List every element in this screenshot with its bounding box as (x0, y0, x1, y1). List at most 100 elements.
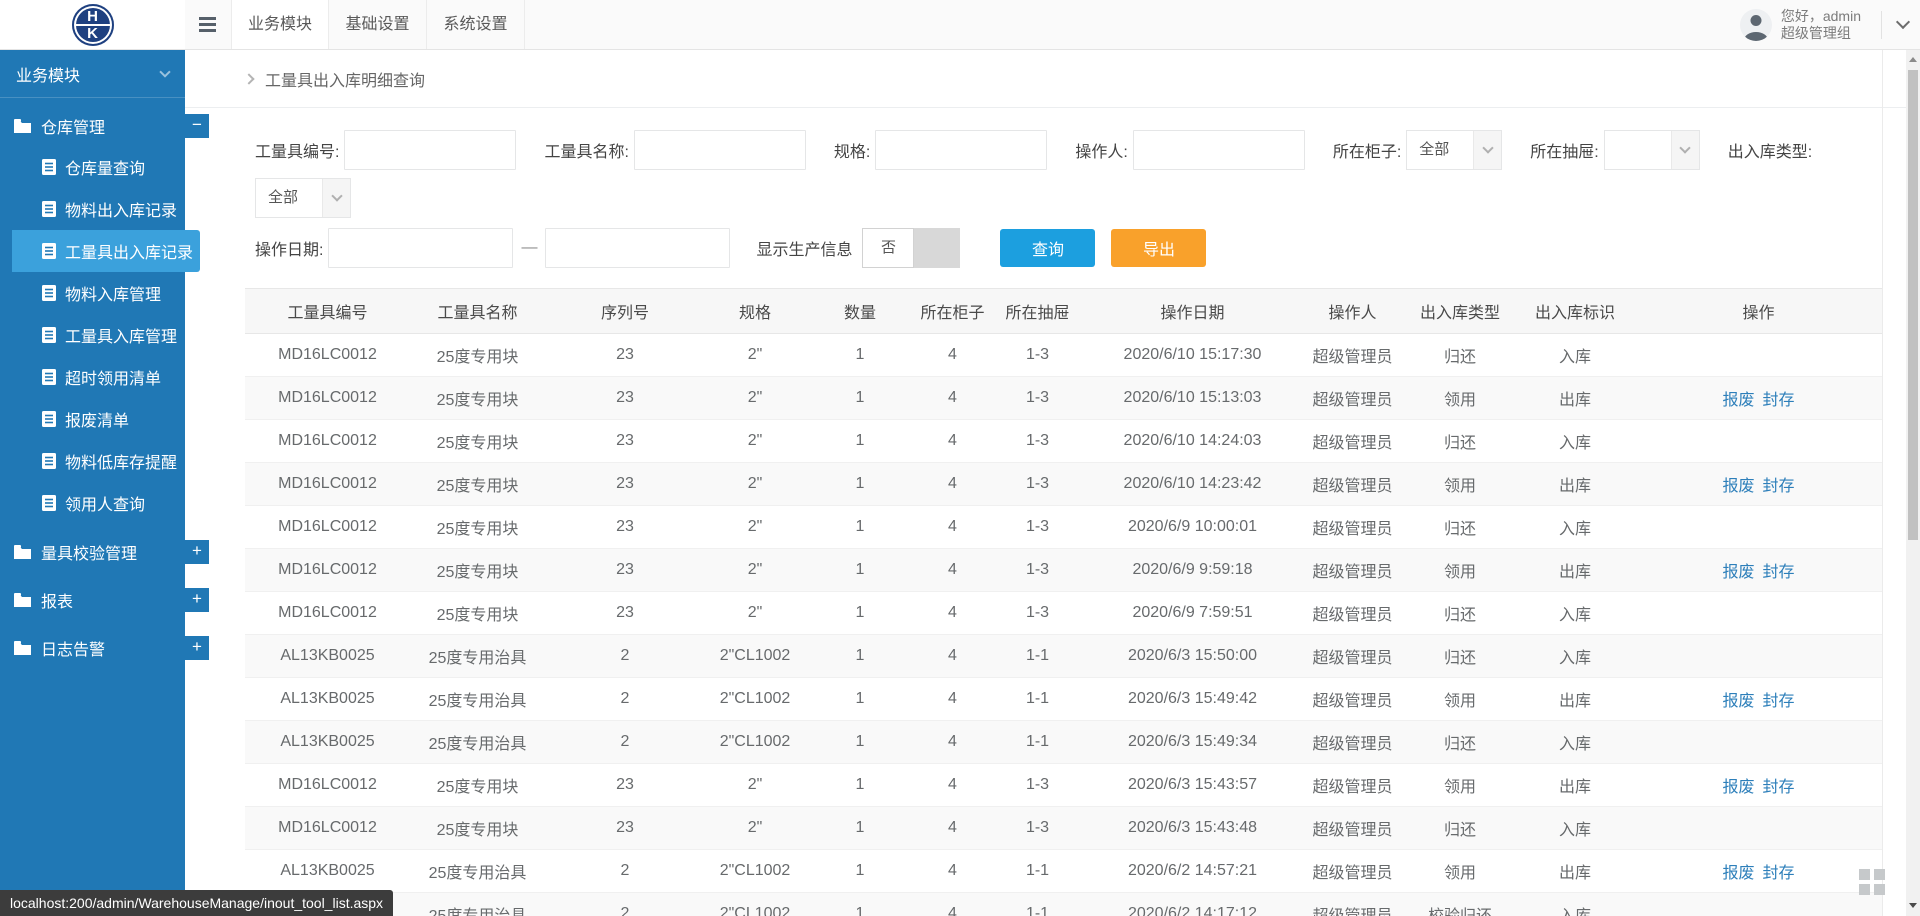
document-icon (42, 495, 56, 511)
action-link[interactable]: 报废 (1722, 392, 1754, 409)
query-button[interactable]: 查询 (1000, 229, 1095, 267)
sidebar-item-1[interactable]: 仓库量查询 (12, 146, 185, 188)
sidebar-section-11[interactable]: 报表 + (0, 580, 185, 620)
cell-type: 领用 (1405, 377, 1515, 420)
sidebar-header-label: 业务模块 (16, 62, 80, 86)
date-range-dash: — (521, 239, 537, 257)
cell-tool-no: MD16LC0012 (245, 420, 410, 463)
action-link[interactable]: 报废 (1722, 779, 1754, 796)
sidebar-item-3[interactable]: 工量具出入库记录 (12, 230, 200, 272)
sidebar-item-4[interactable]: 物料入库管理 (12, 272, 185, 314)
menu-toggle-icon[interactable] (185, 0, 231, 49)
top-tab-2[interactable]: 基础设置 (329, 0, 427, 49)
cell-tool-name: 25度专用块 (410, 506, 545, 549)
vertical-scrollbar[interactable] (1906, 50, 1920, 916)
cell-tool-no: MD16LC0012 (245, 807, 410, 850)
operator-input[interactable] (1133, 130, 1305, 170)
user-menu-chevron-icon[interactable] (1896, 15, 1910, 29)
action-link[interactable]: 封存 (1763, 779, 1795, 796)
col-header-spec: 规格 (705, 289, 805, 334)
spec-input[interactable] (875, 130, 1047, 170)
scroll-up-arrow-icon[interactable] (1909, 57, 1917, 62)
sidebar-item-2[interactable]: 物料出入库记录 (12, 188, 185, 230)
sidebar-item-7[interactable]: 报废清单 (12, 398, 185, 440)
action-link[interactable]: 封存 (1763, 693, 1795, 710)
cell-cabinet: 4 (915, 549, 990, 592)
cell-actions (1635, 807, 1882, 850)
date-label: 操作日期: (255, 236, 323, 260)
cell-tool-no: MD16LC0012 (245, 592, 410, 635)
sidebar-item-6[interactable]: 超时领用清单 (12, 356, 185, 398)
col-header-tool-name: 工量具名称 (410, 289, 545, 334)
action-link[interactable]: 封存 (1763, 392, 1795, 409)
export-button[interactable]: 导出 (1111, 229, 1206, 267)
section-toggle-icon[interactable]: + (185, 636, 209, 660)
tool-name-input[interactable] (634, 130, 806, 170)
top-tab-3[interactable]: 系统设置 (427, 0, 525, 49)
tool-no-input[interactable] (344, 130, 516, 170)
cell-actions: 报废封存 (1635, 850, 1882, 893)
date-to-input[interactable] (545, 228, 730, 268)
cell-operator: 超级管理员 (1300, 678, 1405, 721)
sidebar-section-0[interactable]: 仓库管理 − (0, 106, 185, 146)
avatar[interactable] (1740, 9, 1772, 41)
cell-drawer: 1-1 (990, 893, 1085, 916)
action-link[interactable]: 报废 (1722, 865, 1754, 882)
action-link[interactable]: 报废 (1722, 693, 1754, 710)
drawer-select[interactable] (1604, 130, 1700, 170)
table-row: MD16LC001225度专用块232"141-32020/6/3 15:43:… (245, 807, 1882, 850)
section-toggle-icon[interactable]: + (185, 588, 209, 612)
cell-qty: 1 (805, 377, 915, 420)
cell-drawer: 1-3 (990, 506, 1085, 549)
date-from-input[interactable] (328, 228, 513, 268)
section-toggle-icon[interactable]: + (185, 540, 209, 564)
sidebar-item-8[interactable]: 物料低库存提醒 (12, 440, 185, 482)
drawer-label: 所在抽屉: (1530, 138, 1598, 162)
sidebar-item-9[interactable]: 领用人查询 (12, 482, 185, 524)
cell-drawer: 1-3 (990, 377, 1085, 420)
cell-serial: 23 (545, 592, 705, 635)
cell-qty: 1 (805, 678, 915, 721)
tool-no-label: 工量具编号: (255, 138, 339, 162)
cell-qty: 1 (805, 893, 915, 916)
topbar: H K 业务模块基础设置系统设置 您好，admin 超级管理组 (0, 0, 1920, 50)
document-icon (42, 453, 56, 469)
action-link[interactable]: 报废 (1722, 564, 1754, 581)
sidebar-header[interactable]: 业务模块 (0, 50, 185, 98)
show-production-toggle[interactable]: 否 (862, 228, 960, 268)
sidebar-section-12[interactable]: 日志告警 + (0, 628, 185, 668)
topbar-divider (1881, 11, 1882, 39)
cell-tool-no: MD16LC0012 (245, 334, 410, 377)
app-window: H K 业务模块基础设置系统设置 您好，admin 超级管理组 业务模块 (0, 0, 1920, 916)
cell-actions (1635, 893, 1882, 916)
cell-qty: 1 (805, 807, 915, 850)
records-table-wrap: 工量具编号工量具名称序列号规格数量所在柜子所在抽屉操作日期操作人出入库类型出入库… (245, 288, 1882, 916)
action-link[interactable]: 封存 (1763, 865, 1795, 882)
cell-cabinet: 4 (915, 721, 990, 764)
top-tab-1[interactable]: 业务模块 (231, 0, 329, 49)
section-toggle-icon[interactable]: − (185, 114, 209, 138)
action-link[interactable]: 封存 (1763, 564, 1795, 581)
cell-cabinet: 4 (915, 420, 990, 463)
grid-handle-icon[interactable] (1859, 869, 1886, 896)
inout-type-select[interactable]: 全部 (255, 178, 351, 218)
cell-serial: 2 (545, 893, 705, 916)
sidebar-item-5[interactable]: 工量具入库管理 (12, 314, 185, 356)
cell-spec: 2" (705, 549, 805, 592)
cell-date: 2020/6/2 14:57:21 (1085, 850, 1300, 893)
scrollbar-thumb[interactable] (1908, 70, 1918, 540)
scroll-down-arrow-icon[interactable] (1909, 903, 1917, 908)
cell-flag: 入库 (1515, 334, 1635, 377)
hk-logo-icon: H K (72, 4, 114, 46)
cabinet-select[interactable]: 全部 (1406, 130, 1502, 170)
cell-operator: 超级管理员 (1300, 807, 1405, 850)
sidebar-section-10[interactable]: 量具校验管理 + (0, 532, 185, 572)
cell-date: 2020/6/10 14:24:03 (1085, 420, 1300, 463)
table-row: AL13KB002525度专用治具22"CL1002141-12020/6/3 … (245, 635, 1882, 678)
action-link[interactable]: 封存 (1763, 478, 1795, 495)
cell-tool-name: 25度专用治具 (410, 893, 545, 916)
cell-serial: 23 (545, 807, 705, 850)
inout-type-select-value: 全部 (256, 179, 322, 217)
col-header-operator: 操作人 (1300, 289, 1405, 334)
action-link[interactable]: 报废 (1722, 478, 1754, 495)
